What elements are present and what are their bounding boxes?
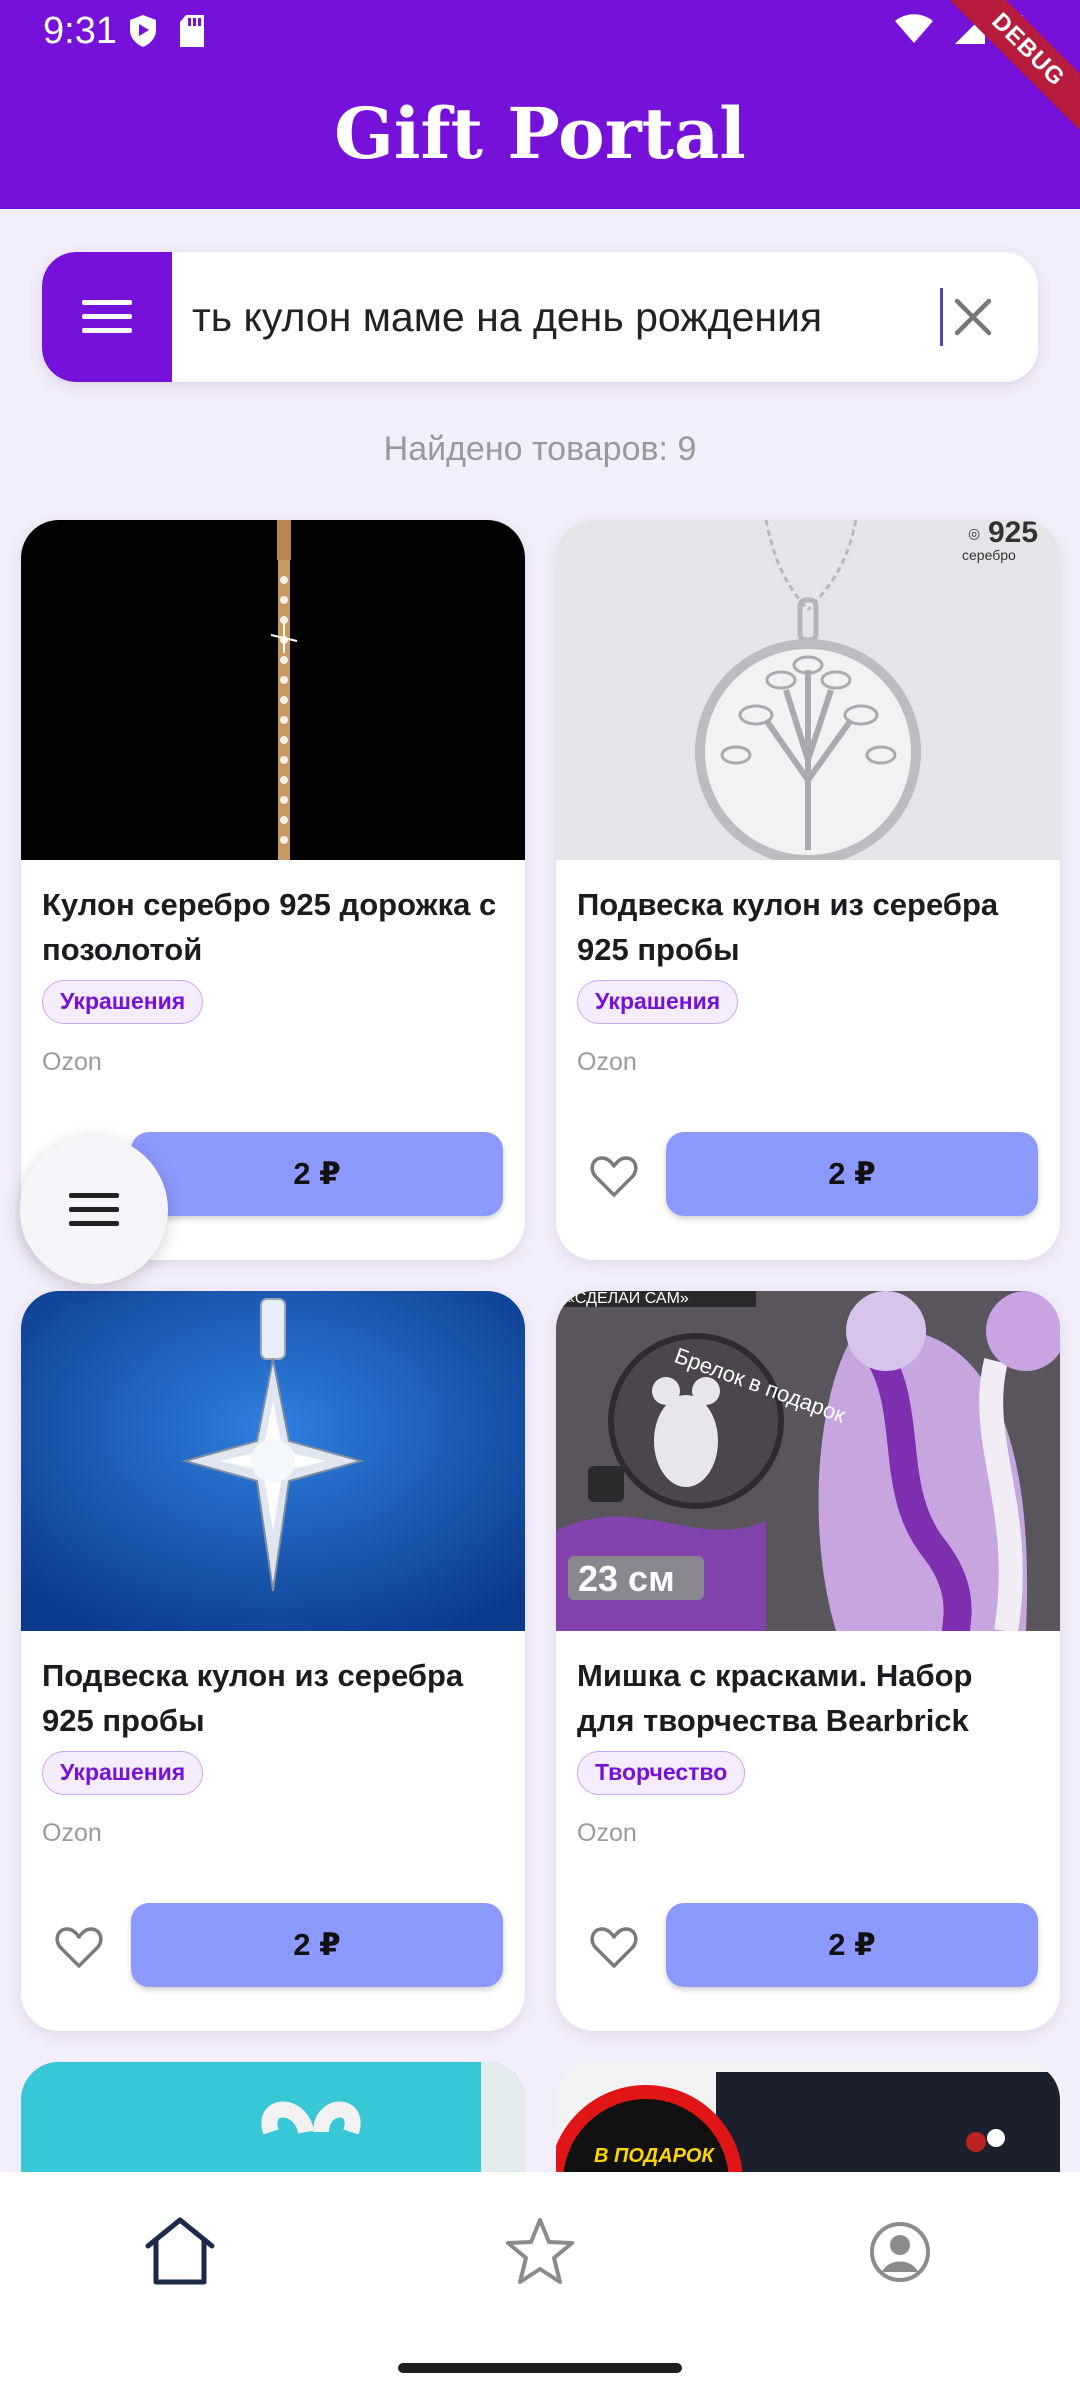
- product-image: [21, 520, 525, 860]
- product-title: Подвеска кулон из серебра 925 пробы: [42, 1658, 464, 1738]
- svg-text:серебро: серебро: [962, 547, 1016, 563]
- category-tag: Украшения: [577, 980, 739, 1024]
- product-image-text: «СДЕЛАЙ САМ»: [566, 1291, 689, 1307]
- star-icon[interactable]: [500, 2212, 580, 2292]
- heart-icon[interactable]: [588, 1921, 640, 1973]
- product-image-text: В ПОДАРОК: [594, 2145, 715, 2167]
- product-image: «СДЕЛАЙ САМ» Брелок в подарок 23 см: [556, 1291, 1060, 1631]
- heart-icon[interactable]: [53, 1921, 105, 1973]
- product-card[interactable]: Подвеска кулон из серебра 925 пробы Укра…: [21, 1291, 525, 2031]
- menu-button[interactable]: [42, 252, 172, 382]
- product-title: Мишка с красками. Набор для творчества B…: [577, 1658, 973, 1738]
- heart-icon[interactable]: [588, 1150, 640, 1202]
- wifi-icon: [895, 14, 933, 43]
- product-image: [21, 2062, 525, 2182]
- home-indicator[interactable]: [398, 2363, 682, 2373]
- product-image: [21, 1291, 525, 1631]
- product-card[interactable]: «СДЕЛАЙ САМ» Брелок в подарок 23 см Мишк…: [556, 1291, 1060, 2031]
- status-time: 9:31: [43, 10, 117, 52]
- search-bar: ть кулон маме на день рождения: [42, 252, 1038, 382]
- results-count: Найдено товаров: 9: [383, 430, 697, 468]
- text-caret: [940, 288, 943, 346]
- product-card[interactable]: 925 ◎ серебро Подвеска кулон из серебра …: [556, 520, 1060, 1260]
- profile-icon[interactable]: [860, 2212, 940, 2292]
- product-title: Кулон серебро 925 дорожка с позолотой: [42, 887, 497, 967]
- svg-text:◎: ◎: [968, 525, 980, 541]
- category-tag: Украшения: [42, 980, 204, 1024]
- category-tag: Творчество: [577, 1751, 746, 1795]
- hamburger-icon: [69, 1193, 119, 1226]
- product-card-partial[interactable]: [21, 2062, 525, 2182]
- search-input[interactable]: ть кулон маме на день рождения: [192, 252, 952, 382]
- store-name: Ozon: [42, 1048, 102, 1076]
- floating-menu-button[interactable]: [20, 1136, 168, 1284]
- app-header: 9:31 Gift Portal DEBUG: [0, 0, 1080, 209]
- hamburger-icon: [82, 300, 132, 333]
- product-title: Подвеска кулон из серебра 925 пробы: [577, 887, 999, 967]
- store-name: Ozon: [577, 1819, 637, 1847]
- product-image: В ПОДАРОК СЕРТИФИКАТ: [556, 2062, 1060, 2182]
- price-button[interactable]: 2 ₽: [666, 1903, 1038, 1987]
- store-name: Ozon: [577, 1048, 637, 1076]
- price-button[interactable]: 2 ₽: [131, 1132, 503, 1216]
- clear-search-icon[interactable]: [948, 292, 998, 342]
- product-card-partial[interactable]: В ПОДАРОК СЕРТИФИКАТ: [556, 2062, 1060, 2182]
- shield-icon: [130, 15, 156, 47]
- status-left-icons: [128, 14, 206, 48]
- svg-text:23 см: 23 см: [578, 1558, 675, 1599]
- app-title: Gift Portal: [334, 92, 746, 175]
- app-screen: 9:31 Gift Portal DEBUG ть кулон маме на …: [0, 0, 1080, 2400]
- product-image-text: 925: [988, 520, 1038, 549]
- product-image: 925 ◎ серебро: [556, 520, 1060, 860]
- sd-card-icon: [180, 15, 204, 47]
- price-button[interactable]: 2 ₽: [666, 1132, 1038, 1216]
- store-name: Ozon: [42, 1819, 102, 1847]
- home-icon[interactable]: [140, 2212, 220, 2292]
- price-button[interactable]: 2 ₽: [131, 1903, 503, 1987]
- search-query-text: ть кулон маме на день рождения: [192, 294, 823, 340]
- category-tag: Украшения: [42, 1751, 204, 1795]
